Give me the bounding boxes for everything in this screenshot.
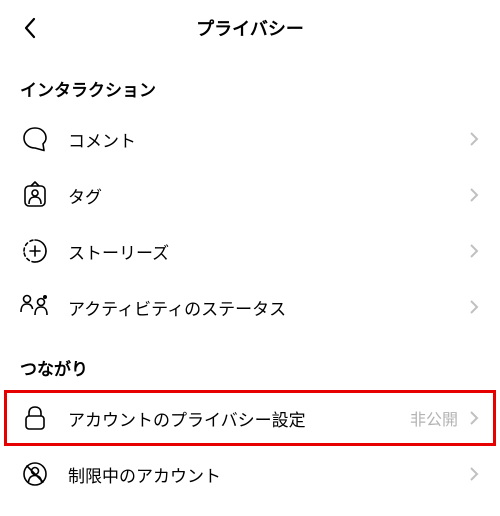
chevron-right-icon — [468, 187, 480, 203]
stories-icon — [20, 236, 50, 266]
menu-item-activity-status[interactable]: アクティビティのステータス — [0, 279, 500, 335]
restricted-icon — [20, 459, 50, 489]
page-title: プライバシー — [196, 15, 304, 41]
chevron-right-icon — [468, 299, 480, 315]
menu-label: タグ — [68, 183, 468, 208]
section-title-interaction: インタラクション — [0, 56, 500, 111]
lock-icon — [20, 403, 50, 433]
header: プライバシー — [0, 0, 500, 56]
comment-icon — [20, 124, 50, 154]
tag-icon — [20, 180, 50, 210]
menu-item-account-privacy[interactable]: アカウントのプライバシー設定 非公開 — [4, 390, 496, 446]
menu-item-comments[interactable]: コメント — [0, 111, 500, 167]
menu-item-tags[interactable]: タグ — [0, 167, 500, 223]
menu-item-stories[interactable]: ストーリーズ — [0, 223, 500, 279]
chevron-right-icon — [468, 466, 480, 482]
back-button[interactable] — [16, 14, 44, 42]
chevron-right-icon — [468, 243, 480, 259]
section-title-connection: つながり — [0, 335, 500, 390]
chevron-right-icon — [468, 410, 480, 426]
menu-label: ストーリーズ — [68, 239, 468, 264]
menu-label: アクティビティのステータス — [68, 295, 468, 320]
menu-value: 非公開 — [410, 406, 458, 430]
chevron-left-icon — [23, 17, 37, 39]
menu-item-restricted-accounts[interactable]: 制限中のアカウント — [0, 446, 500, 502]
activity-status-icon — [20, 292, 50, 322]
chevron-right-icon — [468, 131, 480, 147]
menu-label: アカウントのプライバシー設定 — [68, 406, 410, 431]
menu-label: 制限中のアカウント — [68, 462, 468, 487]
menu-label: コメント — [68, 127, 468, 152]
